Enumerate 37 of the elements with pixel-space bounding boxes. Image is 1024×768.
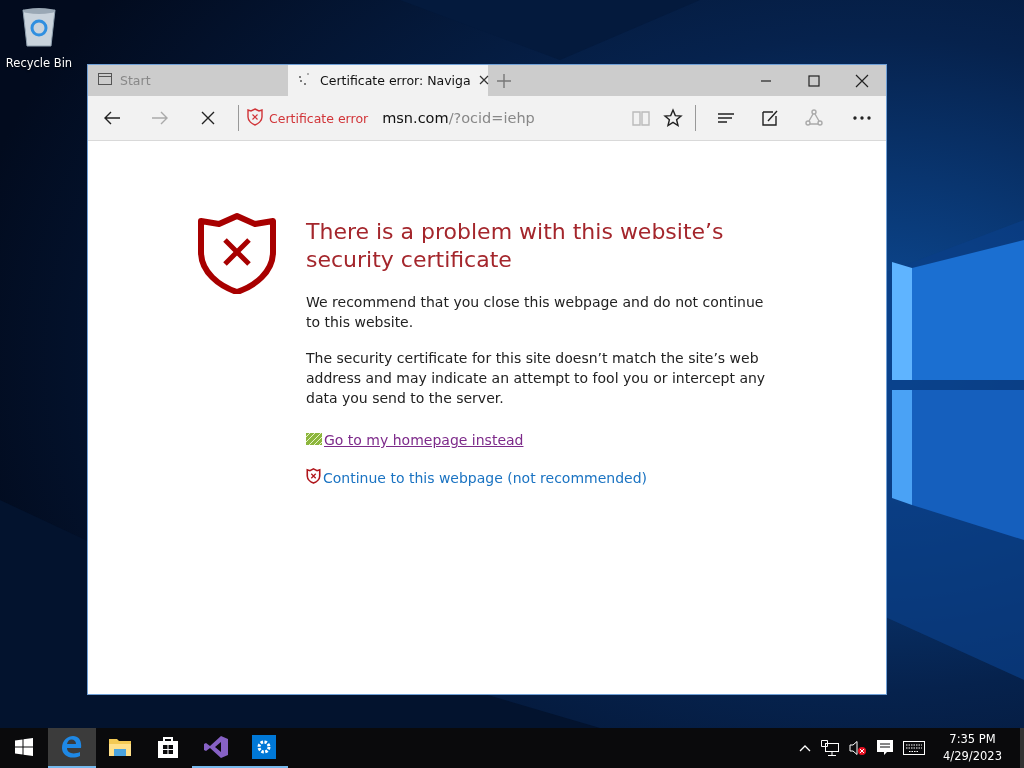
error-heading: There is a problem with this website’s security certificate	[306, 218, 725, 274]
network-icon[interactable]	[821, 740, 840, 756]
shield-error-icon	[306, 468, 321, 484]
recycle-bin-icon[interactable]	[19, 6, 59, 48]
shield-error-icon	[197, 212, 277, 294]
visual-studio-icon[interactable]	[203, 735, 229, 759]
tab-page-icon	[98, 73, 112, 85]
close-icon[interactable]	[478, 75, 489, 85]
error-description: We recommend that you close this webpage and do not continue to this website.	[306, 293, 765, 332]
tab-title: Start	[120, 73, 152, 88]
security-warning-label[interactable]: Certificate error	[269, 110, 369, 126]
notification-icon[interactable]	[877, 740, 894, 756]
tab-title: Certificate error: Naviga	[320, 73, 471, 88]
gear-icon[interactable]	[252, 735, 276, 759]
page-link[interactable]: Go to my homepage instead	[324, 432, 524, 448]
desktop-icon-label: Recycle Bin	[5, 56, 73, 70]
loading-icon	[298, 72, 312, 86]
muted-speaker-icon[interactable]	[849, 740, 868, 756]
maximize-icon[interactable]	[806, 72, 822, 89]
folder-icon[interactable]	[108, 737, 132, 757]
shield-error-icon[interactable]	[247, 107, 263, 126]
note-icon[interactable]	[760, 108, 780, 128]
browser-e-icon[interactable]	[61, 735, 83, 759]
keyboard-icon[interactable]	[903, 741, 926, 755]
address-text[interactable]: msn.com/?ocid=iehp	[382, 110, 535, 126]
browser-tab[interactable]: Certificate error: Naviga	[288, 65, 488, 96]
clock-time[interactable]: 7:35 PM	[949, 731, 996, 748]
close-icon[interactable]	[854, 72, 870, 89]
clock-date[interactable]: 4/29/2023	[943, 748, 1002, 765]
star-icon[interactable]	[663, 108, 683, 128]
page-link[interactable]: Continue to this webpage (not recommended)	[323, 469, 648, 486]
home-link-icon	[306, 433, 322, 445]
windows-start-icon[interactable]	[15, 738, 33, 756]
chevron-up-icon[interactable]	[799, 744, 812, 752]
book-icon	[631, 108, 651, 128]
shopping-bag-icon[interactable]	[157, 735, 179, 759]
error-description: The security certificate for this site doesn’t match the site’s web address and may indicate an attempt to fool you or intercept any data you send to the server.	[306, 349, 767, 408]
